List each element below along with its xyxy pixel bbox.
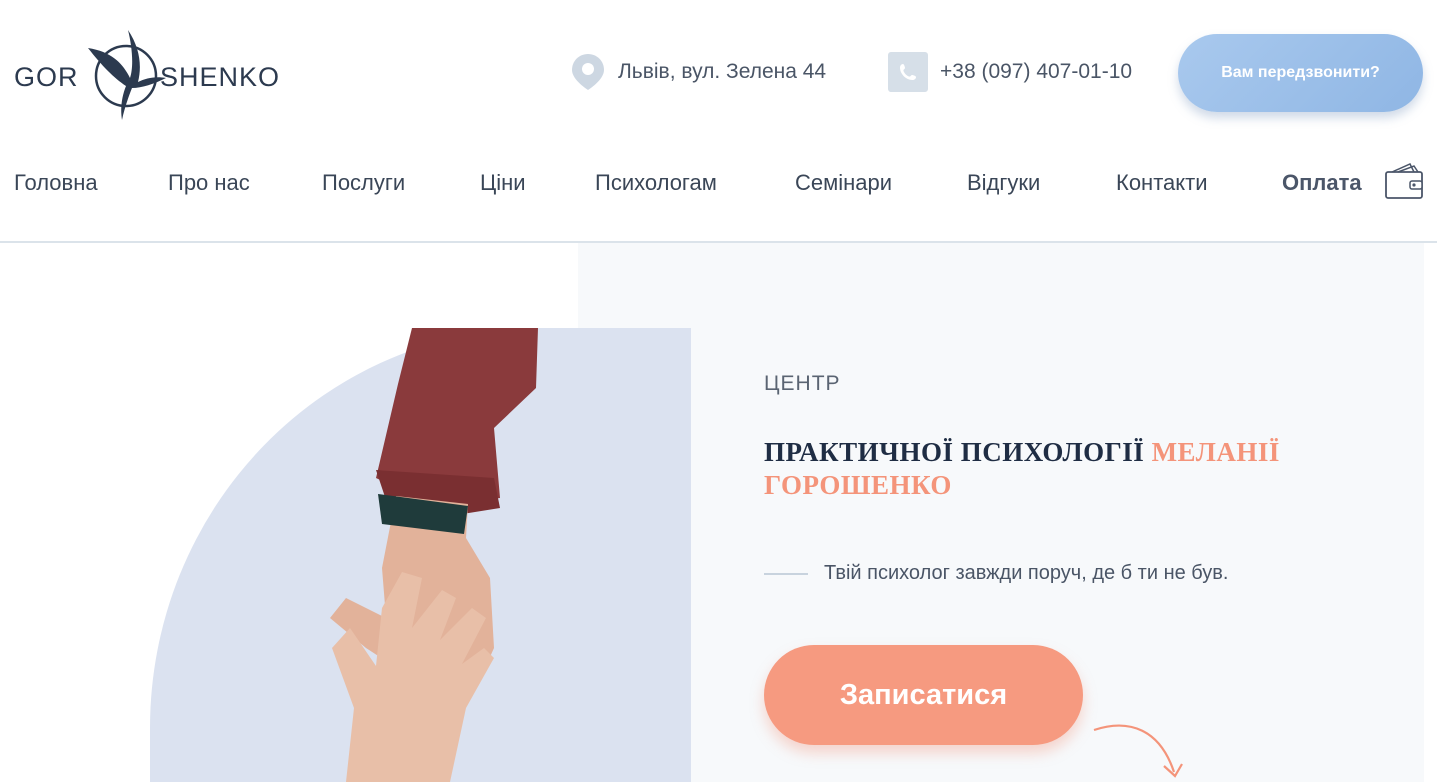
address: Львів, вул. Зелена 44 <box>570 52 826 92</box>
nav-item-prices[interactable]: Ціни <box>480 170 526 196</box>
logo[interactable]: GOR SHENKO <box>12 26 302 122</box>
nav-item-contacts[interactable]: Контакти <box>1116 170 1208 196</box>
hero-title: ПРАКТИЧНОЇ ПСИХОЛОГІЇ МЕЛАНІЇ ГОРОШЕНКО <box>764 436 1324 502</box>
nav-item-reviews[interactable]: Відгуки <box>967 170 1040 196</box>
curved-arrow-icon <box>1093 724 1183 778</box>
wallet-icon[interactable] <box>1384 162 1424 202</box>
phone-text[interactable]: +38 (097) 407-01-10 <box>940 60 1132 84</box>
nav-item-seminars[interactable]: Семінари <box>795 170 892 196</box>
nav-item-psychologists[interactable]: Психологам <box>595 170 717 196</box>
main-nav: Головна Про нас Послуги Ціни Психологам … <box>0 160 1437 208</box>
hero-tagline: Твій психолог завжди поруч, де б ти не б… <box>824 562 1229 584</box>
logo-text-left: GOR <box>14 62 79 92</box>
callback-button[interactable]: Вам передзвонити? <box>1178 34 1423 112</box>
tagline-line <box>764 573 808 575</box>
hero-eyebrow: ЦЕНТР <box>764 372 841 395</box>
hero-title-main: ПРАКТИЧНОЇ ПСИХОЛОГІЇ <box>764 437 1152 467</box>
signup-button[interactable]: Записатися <box>764 645 1083 745</box>
swallow-logo-icon <box>88 30 166 120</box>
nav-item-services[interactable]: Послуги <box>322 170 405 196</box>
nav-item-about[interactable]: Про нас <box>168 170 250 196</box>
address-text: Львів, вул. Зелена 44 <box>618 60 827 83</box>
phone-icon <box>888 52 928 92</box>
nav-item-payment[interactable]: Оплата <box>1282 170 1362 196</box>
location-pin-icon <box>572 54 604 90</box>
helping-hands-image <box>330 328 538 782</box>
hero-image <box>150 328 691 782</box>
phone[interactable]: +38 (097) 407-01-10 <box>888 52 1132 92</box>
nav-item-home[interactable]: Головна <box>14 170 98 196</box>
site-header: GOR SHENKO Львів, вул. Зелена 44 +38 (09… <box>0 0 1437 243</box>
logo-text-right: SHENKO <box>160 62 281 92</box>
